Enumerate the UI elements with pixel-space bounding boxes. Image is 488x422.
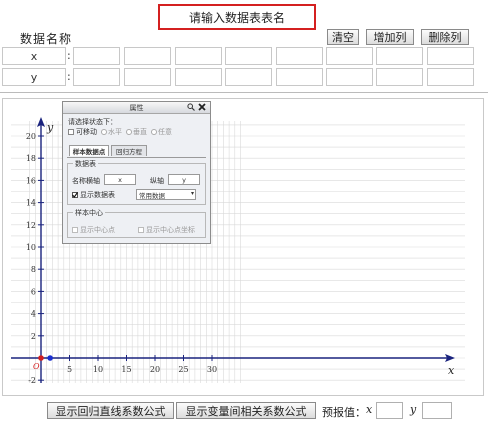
add-column-button[interactable]: 增加列 [366, 29, 414, 45]
y-tick-label: -2 [28, 376, 36, 385]
predict-label: 预报值： [322, 406, 366, 419]
tab-sample-points[interactable]: 样本数据点 [69, 145, 109, 156]
x-tick-label: 5 [67, 365, 72, 374]
radio-vertical[interactable]: 垂直 [126, 127, 147, 137]
table-cell-x-7[interactable] [376, 47, 423, 65]
x-tick-label: 30 [207, 365, 217, 374]
properties-dialog[interactable]: 属性 请选择状态下： 可移动 水平 垂直 任意 样本数据点 回归方程 数据表 名… [62, 101, 211, 244]
state-instruction: 请选择状态下： [68, 118, 117, 126]
row-colon: : [67, 70, 71, 83]
data-table-group: 数据表 名称: 横轴 x 纵轴 y 显示数据表 常用数据 ▾ [67, 159, 206, 205]
delete-column-button[interactable]: 删除列 [421, 29, 469, 45]
row-label-y[interactable]: y [2, 68, 66, 86]
data-name-label: 数据名称 [20, 32, 73, 46]
y-tick-label: 4 [31, 310, 36, 319]
y-axis-label: y [46, 121, 54, 134]
show-correlation-formula-button[interactable]: 显示变量间相关系数公式 [176, 402, 316, 419]
table-name-input[interactable]: 请输入数据表表名 [158, 4, 316, 30]
dialog-titlebar[interactable]: 属性 [63, 102, 210, 114]
predict-x-input[interactable] [376, 402, 403, 419]
data-type-select[interactable]: 常用数据 ▾ [136, 189, 196, 200]
origin-label: O [33, 362, 40, 371]
radio-horizontal[interactable]: 水平 [101, 127, 122, 137]
x-tick-label: 25 [178, 365, 188, 374]
predict-y-label: y [410, 403, 417, 416]
table-cell-y-3[interactable] [175, 68, 222, 86]
y-tick-label: 12 [26, 221, 36, 230]
x-tick-label: 10 [93, 365, 103, 374]
sample-center-group: 样本中心 显示中心点 显示中心点坐标 [67, 208, 206, 238]
table-cell-x-8[interactable] [427, 47, 474, 65]
chevron-down-icon: ▾ [190, 190, 194, 197]
show-table-checkbox[interactable]: 显示数据表 [72, 190, 115, 200]
show-center-coords-checkbox[interactable]: 显示中心点坐标 [138, 225, 195, 235]
show-regression-formula-button[interactable]: 显示回归直线系数公式 [47, 402, 174, 419]
movable-checkbox[interactable]: 可移动 [68, 127, 97, 137]
table-cell-x-5[interactable] [276, 47, 323, 65]
table-cell-y-5[interactable] [276, 68, 323, 86]
movable-point[interactable] [47, 355, 53, 361]
tab-regression-equation[interactable]: 回归方程 [111, 145, 147, 156]
close-icon[interactable] [198, 102, 206, 113]
table-cell-y-6[interactable] [326, 68, 373, 86]
x-tick-label: 20 [150, 365, 160, 374]
origin-point[interactable] [38, 355, 44, 361]
x-tick-label: 15 [121, 365, 131, 374]
x-axis-label: x [448, 364, 455, 377]
y-tick-label: 8 [31, 265, 36, 274]
table-cell-x-2[interactable] [124, 47, 171, 65]
y-tick-label: 16 [26, 176, 36, 185]
show-center-checkbox[interactable]: 显示中心点 [72, 225, 115, 235]
section-divider [0, 92, 488, 93]
y-tick-label: 18 [26, 154, 36, 163]
y-tick-label: 2 [31, 332, 36, 341]
table-cell-x-4[interactable] [225, 47, 272, 65]
y-tick-label: 20 [26, 132, 36, 141]
table-cell-y-1[interactable] [73, 68, 120, 86]
vertical-axis-input[interactable]: y [168, 174, 200, 185]
predict-x-label: x [366, 403, 373, 416]
row-label-x[interactable]: x [2, 47, 66, 65]
predict-y-input[interactable] [422, 402, 452, 419]
table-cell-x-1[interactable] [73, 47, 120, 65]
horizontal-axis-label: 横轴 [86, 177, 100, 185]
table-cell-y-4[interactable] [225, 68, 272, 86]
radio-any[interactable]: 任意 [151, 127, 172, 137]
table-cell-y-8[interactable] [427, 68, 474, 86]
y-tick-label: 6 [31, 287, 36, 296]
table-cell-x-3[interactable] [175, 47, 222, 65]
magnifier-icon[interactable] [187, 102, 195, 113]
clear-button[interactable]: 清空 [327, 29, 359, 45]
row-colon: : [67, 49, 71, 62]
y-tick-label: 14 [26, 199, 36, 208]
horizontal-axis-input[interactable]: x [104, 174, 136, 185]
dialog-title: 属性 [129, 103, 144, 112]
data-table-legend: 数据表 [73, 159, 98, 169]
table-cell-y-7[interactable] [376, 68, 423, 86]
table-cell-x-6[interactable] [326, 47, 373, 65]
table-cell-y-2[interactable] [124, 68, 171, 86]
sample-center-legend: 样本中心 [73, 208, 105, 218]
y-tick-label: 10 [26, 243, 36, 252]
vertical-axis-label: 纵轴 [150, 177, 164, 185]
